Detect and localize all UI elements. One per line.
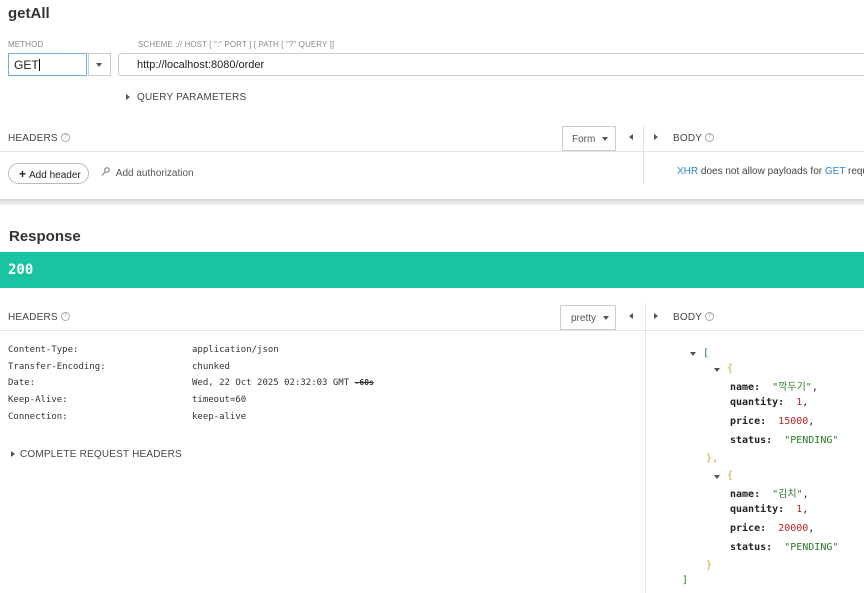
response-body-title: BODY? bbox=[673, 312, 715, 323]
header-row: Date: Wed, 22 Oct 2025 02:32:03 GMT -60s bbox=[8, 378, 374, 389]
json-field: status: "PENDING" bbox=[730, 435, 839, 446]
response-format-select[interactable]: pretty bbox=[560, 305, 616, 330]
divider bbox=[0, 330, 645, 331]
method-dropdown-button[interactable] bbox=[88, 53, 111, 76]
status-bar bbox=[0, 252, 864, 288]
header-row: Keep-Alive: timeout=60 bbox=[8, 395, 247, 406]
plus-icon: + bbox=[19, 167, 27, 181]
response-headers-list: Content-Type: application/json Transfer-… bbox=[8, 345, 628, 428]
help-icon[interactable]: ? bbox=[60, 312, 70, 321]
url-input[interactable]: http://localhost:8080/order bbox=[118, 53, 864, 76]
method-label: METHOD bbox=[8, 40, 44, 49]
collapse-left-icon[interactable] bbox=[629, 313, 633, 319]
chevron-down-icon bbox=[602, 137, 609, 141]
status-code: 200 bbox=[8, 262, 34, 278]
query-params-label: QUERY PARAMETERS bbox=[137, 92, 247, 103]
json-field: price: 20000, bbox=[730, 523, 815, 534]
collapse-icon[interactable] bbox=[714, 475, 720, 479]
date-offset: -60s bbox=[354, 378, 374, 388]
response-title: Response bbox=[9, 228, 81, 245]
pane-divider[interactable] bbox=[645, 303, 646, 593]
chevron-down-icon bbox=[602, 316, 609, 320]
get-link[interactable]: GET bbox=[825, 166, 845, 177]
pane-divider[interactable] bbox=[643, 126, 644, 184]
response-headers-title: HEADERS? bbox=[8, 312, 70, 323]
body-note: XHR does not allow payloads for GET requ… bbox=[677, 166, 864, 177]
help-icon[interactable]: ? bbox=[705, 312, 715, 321]
expand-right-icon[interactable] bbox=[654, 134, 658, 140]
section-separator bbox=[0, 199, 864, 205]
request-body-title: BODY? bbox=[673, 133, 715, 144]
request-title: getAll bbox=[8, 5, 50, 22]
collapse-icon[interactable] bbox=[714, 368, 720, 372]
json-field: quantity: 1, bbox=[730, 397, 809, 408]
add-authorization-link[interactable]: Add authorization bbox=[101, 167, 194, 179]
json-field: quantity: 1, bbox=[730, 504, 809, 515]
json-field: name: "깍두기", bbox=[730, 382, 818, 393]
header-row: Content-Type: application/json bbox=[8, 345, 279, 355]
json-field: price: 15000, bbox=[730, 416, 815, 427]
method-value: GET bbox=[14, 58, 39, 72]
expand-icon bbox=[11, 451, 15, 457]
format-select[interactable]: Form bbox=[562, 126, 616, 151]
json-field: status: "PENDING" bbox=[730, 542, 839, 553]
help-icon[interactable]: ? bbox=[60, 133, 70, 142]
expand-right-icon[interactable] bbox=[654, 313, 658, 319]
collapse-icon[interactable] bbox=[690, 352, 696, 356]
divider bbox=[0, 151, 643, 152]
add-header-button[interactable]: + Add header bbox=[8, 163, 89, 184]
help-icon[interactable]: ? bbox=[705, 133, 715, 142]
chevron-down-icon bbox=[96, 63, 102, 67]
divider bbox=[646, 330, 864, 331]
divider bbox=[644, 151, 864, 152]
collapse-left-icon[interactable] bbox=[629, 134, 633, 140]
json-field: name: "김치", bbox=[730, 489, 809, 500]
method-input[interactable]: GET bbox=[8, 53, 87, 76]
header-row: Transfer-Encoding: chunked bbox=[8, 361, 230, 372]
key-icon bbox=[101, 167, 110, 176]
header-row: Connection: keep-alive bbox=[8, 411, 247, 422]
request-headers-title: HEADERS? bbox=[8, 133, 70, 144]
xhr-link[interactable]: XHR bbox=[677, 166, 698, 177]
scheme-label: SCHEME :// HOST [ ":" PORT ] [ PATH [ "?… bbox=[138, 40, 335, 49]
expand-icon bbox=[126, 94, 130, 100]
